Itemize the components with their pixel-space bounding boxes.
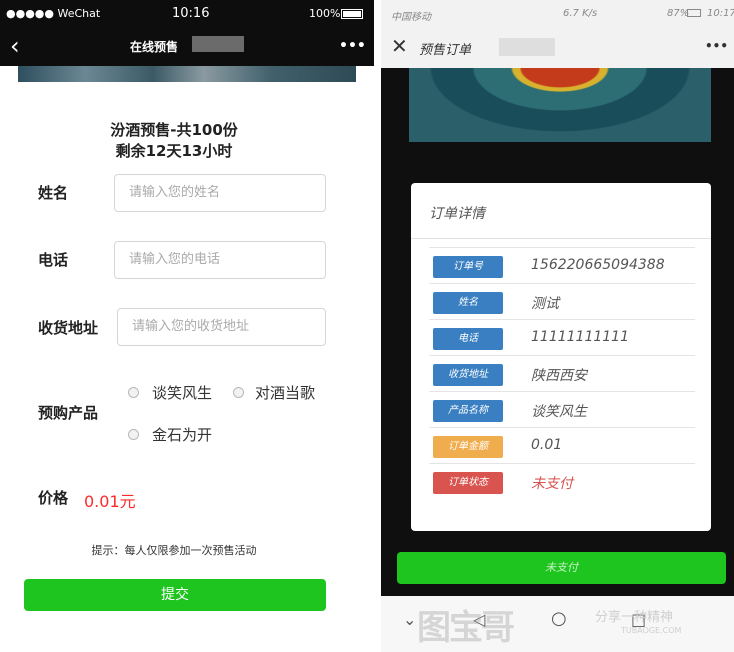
order-detail-row: 订单状态 未支付	[429, 463, 695, 500]
order-detail-row: 收货地址 陕西西安	[429, 355, 695, 392]
carrier-label: ●●●●● WeChat	[6, 7, 101, 20]
name-input[interactable]: 请输入您的姓名	[114, 174, 326, 212]
field-value: 测试	[531, 296, 559, 312]
product-label: 预购产品	[38, 404, 99, 422]
watermark-logo: 图宝哥	[417, 608, 515, 648]
order-detail-row: 产品名称 谈笑风生	[429, 391, 695, 428]
order-detail-row: 电话 11111111111	[429, 319, 695, 356]
order-detail-row: 订单号 156220665094388	[429, 247, 695, 284]
status-time: 10:16	[172, 6, 210, 21]
field-badge: 电话	[433, 328, 503, 350]
radio-icon[interactable]	[128, 429, 139, 440]
radio-icon[interactable]	[233, 387, 244, 398]
chevron-down-icon[interactable]: ⌄	[403, 610, 416, 629]
order-detail-card: 订单详情 订单号 156220665094388 姓名 测试电话 11111111111…	[411, 183, 711, 531]
back-arrow-icon[interactable]: ‹	[10, 32, 20, 60]
presale-headline: 汾酒预售-共100份 剩余12天13小时	[0, 120, 348, 162]
submit-button[interactable]: 提交	[24, 579, 326, 611]
carrier-label: 中国移动	[391, 12, 431, 23]
order-detail-screen: 中国移动 6.7 K/s 87% 10:17 ✕ 预售订单 ••• 订单详情 订…	[381, 0, 734, 652]
field-value: 谈笑风生	[531, 404, 587, 420]
radio-icon[interactable]	[128, 387, 139, 398]
price-value: 0.01元	[84, 492, 136, 511]
home-circle-icon[interactable]: ○	[551, 608, 567, 629]
watermark-text: 分享一种精神	[595, 610, 674, 625]
field-badge: 订单状态	[433, 472, 503, 494]
field-badge: 订单号	[433, 256, 503, 278]
battery-percent: 87%	[667, 8, 690, 19]
field-badge: 收货地址	[433, 364, 503, 386]
field-value: 未支付	[531, 476, 573, 492]
phone-input[interactable]: 请输入您的电话	[114, 241, 326, 279]
unpaid-button[interactable]: 未支付	[397, 552, 726, 584]
network-speed: 6.7 K/s	[563, 8, 598, 19]
address-label: 收货地址	[38, 319, 99, 337]
card-title: 订单详情	[429, 206, 485, 222]
screenshot-divider	[374, 0, 381, 652]
order-detail-row: 姓名 测试	[429, 283, 695, 320]
field-value: 陕西西安	[531, 368, 587, 384]
status-time: 10:17	[707, 8, 734, 19]
status-bar: ●●●●● WeChat 10:16 100%	[0, 0, 374, 28]
blurred-title-suffix	[192, 36, 244, 52]
product-option-label: 金石为开	[152, 426, 213, 444]
close-icon[interactable]: ✕	[391, 34, 408, 58]
presale-tip: 提示：每人仅限参加一次预售活动	[91, 544, 257, 557]
battery-percent: 100%	[309, 7, 341, 20]
phone-label: 电话	[38, 251, 69, 269]
wechat-presale-form-screen: ●●●●● WeChat 10:16 100% ‹ 在线预售 ••• 汾酒预售-…	[0, 0, 374, 652]
page-title: 在线预售	[130, 40, 179, 54]
address-input[interactable]: 请输入您的收货地址	[117, 308, 326, 346]
address-placeholder: 请输入您的收货地址	[132, 319, 250, 334]
blurred-title-suffix	[499, 38, 555, 56]
price-label: 价格	[38, 489, 69, 507]
more-options-icon[interactable]: •••	[339, 38, 366, 54]
field-badge: 产品名称	[433, 400, 503, 422]
presale-quantity: 汾酒预售-共100份	[110, 121, 238, 139]
banner-image	[18, 66, 356, 82]
product-option-label: 对酒当歌	[255, 384, 316, 402]
presale-countdown: 剩余12天13小时	[115, 142, 233, 160]
field-value: 0.01	[531, 437, 563, 453]
order-detail-row: 订单金额 0.01	[429, 427, 695, 464]
aerial-city-image	[409, 68, 711, 142]
page-title: 预售订单	[419, 43, 472, 58]
name-label: 姓名	[38, 184, 69, 202]
product-option-label: 谈笑风生	[152, 384, 213, 402]
field-value: 11111111111	[531, 329, 629, 345]
card-title-divider	[411, 238, 711, 239]
nav-bar: ‹ 在线预售 •••	[0, 28, 374, 66]
field-badge: 订单金额	[433, 436, 503, 458]
android-nav-bar: ⌄ ◁ ○ □ 图宝哥 分享一种精神 TUBAOGE.COM	[381, 596, 734, 652]
phone-placeholder: 请输入您的电话	[129, 252, 221, 267]
field-value: 156220665094388	[531, 257, 665, 273]
nav-bar: ✕ 预售订单 •••	[381, 28, 734, 68]
field-badge: 姓名	[433, 292, 503, 314]
battery-icon	[687, 9, 701, 17]
battery-icon	[341, 9, 363, 19]
name-placeholder: 请输入您的姓名	[129, 185, 221, 200]
more-options-icon[interactable]: •••	[705, 39, 728, 53]
watermark-site: TUBAOGE.COM	[621, 626, 682, 635]
status-bar: 中国移动 6.7 K/s 87% 10:17	[381, 0, 734, 28]
